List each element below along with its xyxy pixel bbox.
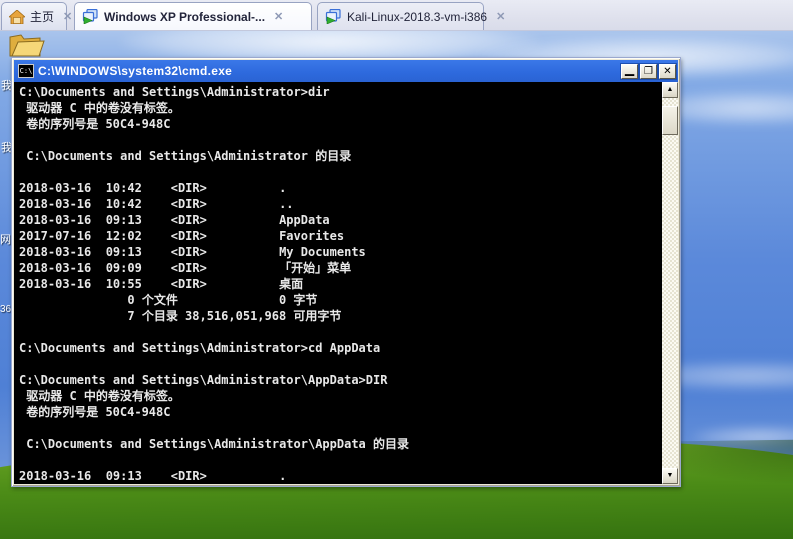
cmd-titlebar[interactable]: C:\ C:\WINDOWS\system32\cmd.exe ▁ ❐ ✕ bbox=[14, 60, 678, 82]
vm-display-xp-desktop: 我 我 网 360 C:\ C:\WINDOWS\system32\cmd.ex… bbox=[0, 31, 793, 539]
home-icon bbox=[9, 9, 25, 24]
terminal-output: C:\Documents and Settings\Administrator>… bbox=[19, 85, 410, 483]
tab-kali-linux-label: Kali-Linux-2018.3-vm-i386 bbox=[347, 9, 488, 24]
tab-windows-xp-label: Windows XP Professional-... bbox=[104, 9, 266, 24]
tab-home[interactable]: 主页 ✕ bbox=[1, 2, 72, 30]
minimize-button[interactable]: ▁ bbox=[621, 63, 638, 79]
vm-powered-on-icon bbox=[82, 9, 98, 24]
tab-windows-xp-close-icon[interactable]: ✕ bbox=[271, 10, 286, 24]
tab-bar: 主页 ✕ Windows XP Professional-... ✕ Kali-… bbox=[0, 0, 793, 31]
cmd-icon: C:\ bbox=[18, 64, 34, 78]
scrollbar-thumb[interactable] bbox=[662, 106, 678, 135]
tab-kali-linux-close-icon[interactable]: ✕ bbox=[493, 10, 508, 24]
vm-powered-on-icon bbox=[325, 9, 341, 24]
close-button[interactable]: ✕ bbox=[659, 63, 676, 79]
vertical-scrollbar[interactable]: ▲ ▼ bbox=[662, 82, 678, 484]
open-folder-icon[interactable] bbox=[7, 31, 45, 60]
cmd-window: C:\ C:\WINDOWS\system32\cmd.exe ▁ ❐ ✕ C:… bbox=[11, 57, 681, 487]
desktop-icon-label-fragment: 网 bbox=[0, 234, 11, 246]
scroll-down-icon[interactable]: ▼ bbox=[662, 468, 678, 484]
scroll-up-icon[interactable]: ▲ bbox=[662, 82, 678, 98]
cmd-window-title: C:\WINDOWS\system32\cmd.exe bbox=[38, 64, 233, 78]
tab-home-label: 主页 bbox=[30, 10, 55, 24]
tab-kali-linux[interactable]: Kali-Linux-2018.3-vm-i386 ✕ bbox=[317, 2, 505, 30]
maximize-button[interactable]: ❐ bbox=[640, 63, 657, 79]
vmware-workstation-window: 主页 ✕ Windows XP Professional-... ✕ Kali-… bbox=[0, 0, 793, 539]
terminal-console[interactable]: C:\Documents and Settings\Administrator>… bbox=[14, 82, 678, 484]
tab-home-close-icon[interactable]: ✕ bbox=[60, 10, 75, 24]
tab-windows-xp[interactable]: Windows XP Professional-... ✕ bbox=[74, 2, 312, 30]
